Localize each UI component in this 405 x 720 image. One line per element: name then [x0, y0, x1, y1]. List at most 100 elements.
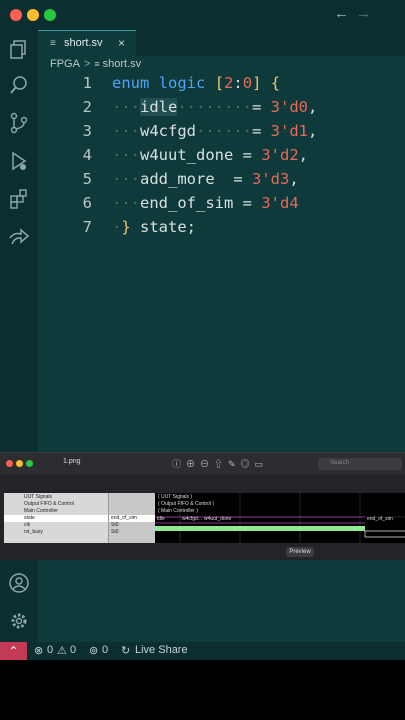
- state-label: end_of_sim: [367, 516, 393, 522]
- preview-title: 1.png: [63, 458, 81, 465]
- settings-gear-icon[interactable]: [8, 610, 30, 632]
- breadcrumb-file[interactable]: short.sv: [103, 58, 142, 70]
- warning-icon[interactable]: ⚠: [57, 644, 67, 657]
- remote-indicator-button[interactable]: ⌃: [0, 642, 27, 660]
- signal-list: UUT Signals Output FIFO & Control Main Con…: [4, 493, 108, 543]
- warning-count[interactable]: 0: [70, 644, 76, 656]
- signal-value: [109, 508, 156, 515]
- signal-row[interactable]: state: [4, 515, 108, 522]
- code-text[interactable]: ···add_more = 3'd3,: [112, 170, 299, 188]
- code-token: ,: [308, 122, 318, 140]
- signal-row[interactable]: rst_busy: [4, 529, 108, 536]
- maximize-window-button[interactable]: [44, 9, 56, 21]
- code-token: =: [252, 122, 271, 140]
- signal-row[interactable]: Main Controller: [4, 508, 108, 515]
- code-line[interactable]: 7 ·} state;: [38, 218, 405, 242]
- signal-row[interactable]: UUT Signals: [4, 494, 108, 501]
- signal-value: [109, 501, 156, 508]
- signal-value: [109, 494, 156, 501]
- state-label: w4uut_done: [204, 516, 232, 522]
- code-token: ,: [289, 170, 299, 188]
- wave-group-label: ( Main Controller ): [158, 508, 199, 514]
- preview-maximize-button[interactable]: [26, 460, 33, 467]
- search-icon[interactable]: [8, 74, 30, 96]
- code-text[interactable]: enum logic [2:0] {: [112, 74, 280, 92]
- code-token: ···: [112, 122, 140, 140]
- code-line[interactable]: 4 ···w4uut_done = 3'd2,: [38, 146, 405, 170]
- ports-count[interactable]: 0: [102, 644, 108, 656]
- preview-close-button[interactable]: [6, 460, 13, 467]
- code-token: =: [233, 146, 262, 164]
- preview-minimize-button[interactable]: [16, 460, 23, 467]
- code-token: ]: [252, 74, 262, 92]
- code-token: w4cfgd: [140, 122, 196, 140]
- code-token: ···: [112, 98, 140, 116]
- code-token: logic: [158, 74, 206, 92]
- signal-row[interactable]: Output FIFO & Control: [4, 501, 108, 508]
- preview-button[interactable]: Preview: [286, 547, 314, 557]
- line-number: 6: [82, 194, 92, 212]
- signal-value: St0: [111, 529, 119, 535]
- minimize-window-button[interactable]: [27, 9, 39, 21]
- close-window-button[interactable]: [10, 9, 22, 21]
- code-token: 3'd4: [261, 194, 299, 212]
- waveform-screenshot: UUT Signals Output FIFO & Control Main Con…: [4, 493, 405, 543]
- wave-group-label: ( Output FIFO & Control ): [158, 501, 215, 507]
- code-token: add_more: [140, 170, 215, 188]
- extensions-icon[interactable]: [8, 188, 30, 210]
- code-text[interactable]: ·} state;: [112, 218, 196, 236]
- tab-strip: ≡ short.sv ×: [38, 30, 405, 56]
- file-lines-icon: ≡: [50, 38, 56, 49]
- image-preview-window: 1.png ⓘ⊕⊖⇧✎◎▭ Search UUT Signals Output F…: [0, 452, 405, 560]
- code-token: ,: [307, 98, 318, 116]
- close-tab-icon[interactable]: ×: [118, 36, 125, 50]
- code-text[interactable]: ···w4cfgd······= 3'd1,: [112, 122, 317, 140]
- code-line[interactable]: 1 enum logic [2:0] {: [38, 74, 405, 98]
- code-token: end_of_sim: [140, 194, 234, 212]
- code-token: ,: [298, 146, 308, 164]
- code-token: enum: [112, 74, 150, 92]
- wave-group-label: ( UUT Signals ): [158, 494, 193, 500]
- line-number: 1: [82, 74, 92, 92]
- tab-short-sv[interactable]: ≡ short.sv ×: [38, 30, 136, 56]
- ports-icon[interactable]: ⊚: [89, 644, 98, 657]
- code-token: ········: [177, 98, 252, 116]
- breadcrumb-separator: >: [83, 58, 91, 70]
- forward-arrow-icon[interactable]: →: [356, 5, 371, 22]
- explorer-icon[interactable]: [8, 38, 30, 60]
- editor-window: ← → ≡ short.sv × FPGA > ≡ short.sv 1 enu…: [0, 0, 405, 660]
- signal-row[interactable]: clk: [4, 522, 108, 529]
- code-line[interactable]: 5 ···add_more = 3'd3,: [38, 170, 405, 194]
- run-debug-icon[interactable]: [8, 150, 30, 172]
- code-token: {: [270, 74, 281, 92]
- preview-search-input[interactable]: Search: [318, 458, 402, 470]
- code-token: idle: [140, 98, 178, 116]
- code-text[interactable]: ···idle········= 3'd0,: [112, 98, 317, 116]
- account-icon[interactable]: [8, 572, 30, 594]
- signal-value: end_of_sim: [109, 515, 156, 522]
- code-line[interactable]: 2 ···idle········= 3'd0,: [38, 98, 405, 122]
- line-number: 7: [82, 218, 92, 236]
- back-arrow-icon[interactable]: ←: [334, 5, 349, 22]
- preview-tools-icons[interactable]: ⓘ⊕⊖⇧✎◎▭: [172, 457, 268, 470]
- code-line[interactable]: 6 ···end_of_sim = 3'd4: [38, 194, 405, 218]
- preview-toolbar: 1.png ⓘ⊕⊖⇧✎◎▭ Search: [0, 453, 405, 475]
- remote-explorer-icon[interactable]: [8, 226, 30, 248]
- line-number: 4: [82, 146, 92, 164]
- code-text[interactable]: ···end_of_sim = 3'd4: [112, 194, 299, 212]
- code-token: 2: [224, 74, 234, 92]
- error-count[interactable]: 0: [47, 644, 53, 656]
- live-share-icon[interactable]: ↻: [121, 644, 130, 657]
- code-line[interactable]: 3 ···w4cfgd······= 3'd1,: [38, 122, 405, 146]
- code-text[interactable]: ···w4uut_done = 3'd2,: [112, 146, 308, 164]
- source-control-icon[interactable]: [8, 112, 30, 134]
- errors-icon[interactable]: ⊗: [34, 644, 43, 657]
- code-token: }: [121, 218, 131, 236]
- breadcrumb: FPGA > ≡ short.sv: [50, 58, 141, 72]
- breadcrumb-folder[interactable]: FPGA: [50, 58, 80, 70]
- code-token: w4uut_done: [140, 146, 234, 164]
- live-share-label[interactable]: Live Share: [135, 644, 188, 656]
- waveform-area: ( UUT Signals ) ( Output FIFO & Control …: [155, 493, 405, 543]
